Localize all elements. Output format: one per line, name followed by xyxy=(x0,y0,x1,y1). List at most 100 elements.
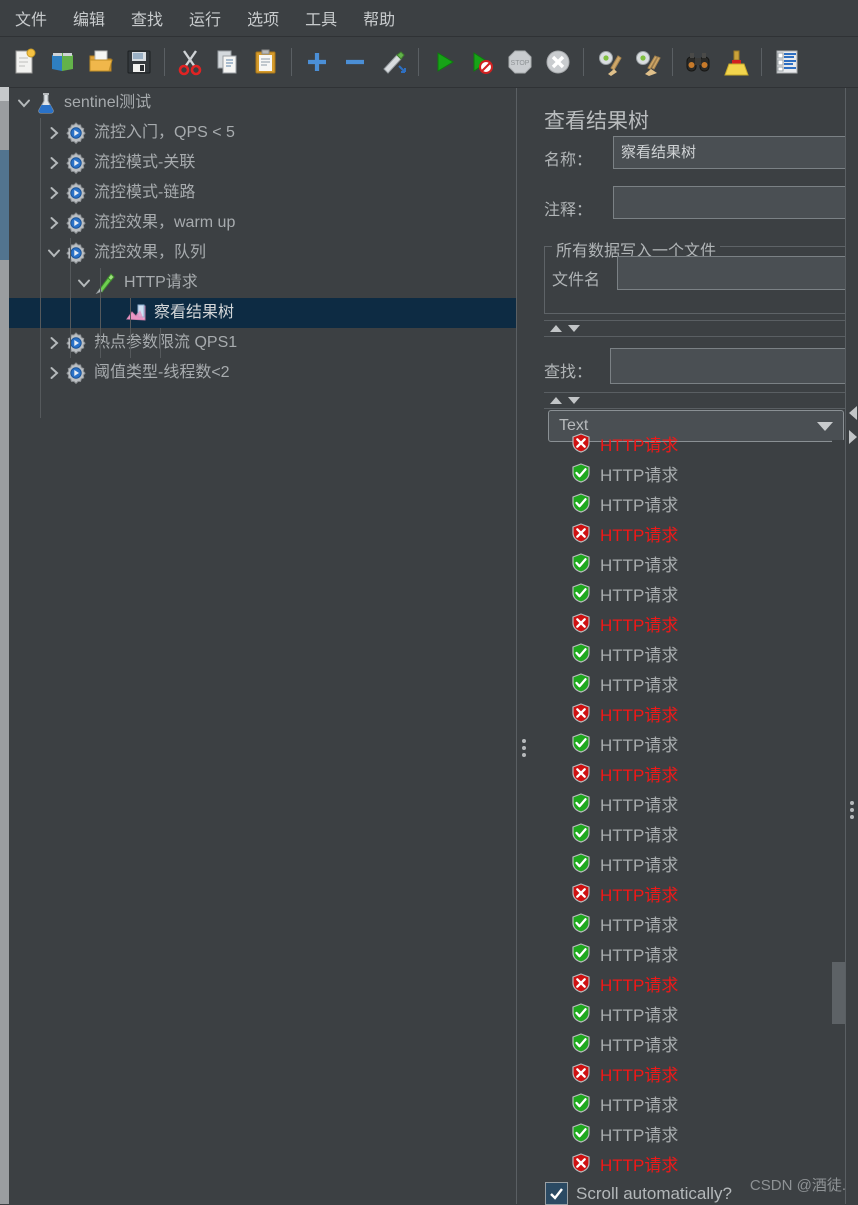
result-row-success[interactable]: HTTP请求 xyxy=(530,908,832,938)
templates-button[interactable] xyxy=(46,43,80,81)
result-row-success[interactable]: HTTP请求 xyxy=(530,728,832,758)
scroll-automatically-checkbox[interactable] xyxy=(545,1182,568,1205)
result-row-success[interactable]: HTTP请求 xyxy=(530,578,832,608)
chevron-down-icon[interactable] xyxy=(13,88,35,118)
open-folder-button[interactable] xyxy=(84,43,118,81)
result-row-success[interactable]: HTTP请求 xyxy=(530,998,832,1028)
chevron-right-icon[interactable] xyxy=(43,328,65,358)
menu-help[interactable]: 帮助 xyxy=(352,3,406,33)
result-row-success[interactable]: HTTP请求 xyxy=(530,1088,832,1118)
tree-vertical-scrollbar[interactable] xyxy=(0,87,9,1204)
menu-options[interactable]: 选项 xyxy=(236,3,290,33)
results-list[interactable]: HTTP请求 HTTP请求 HTTP请求 HTTP请求 HTTP请求 HTTP请求 HTTP… xyxy=(530,428,832,1194)
splitter-up-arrow-icon[interactable] xyxy=(550,397,562,404)
right-splitter-grip[interactable] xyxy=(850,798,854,822)
stop-button[interactable]: STOP xyxy=(503,43,537,81)
splitter-left-arrow-icon[interactable] xyxy=(849,406,857,420)
result-row-success[interactable]: HTTP请求 xyxy=(530,488,832,518)
result-row-success[interactable]: HTTP请求 xyxy=(530,1118,832,1148)
scroll-automatically-row[interactable]: Scroll automatically? xyxy=(545,1182,732,1205)
result-row-error[interactable]: HTTP请求 xyxy=(530,428,832,458)
menu-tools[interactable]: 工具 xyxy=(294,3,348,33)
splitter-down-arrow-icon[interactable] xyxy=(568,397,580,404)
splitter-grip[interactable] xyxy=(522,736,526,760)
name-input[interactable]: 察看结果树 xyxy=(613,136,858,169)
result-row-success[interactable]: HTTP请求 xyxy=(530,818,832,848)
result-row-success[interactable]: HTTP请求 xyxy=(530,668,832,698)
result-row-error[interactable]: HTTP请求 xyxy=(530,698,832,728)
chevron-right-icon[interactable] xyxy=(43,148,65,178)
function-helper-log-button[interactable] xyxy=(770,43,804,81)
menu-edit[interactable]: 编辑 xyxy=(62,3,116,33)
panel-splitter-bottom[interactable] xyxy=(544,392,858,409)
chevron-down-icon[interactable] xyxy=(43,238,65,268)
menu-search[interactable]: 查找 xyxy=(120,3,174,33)
result-row-success[interactable]: HTTP请求 xyxy=(530,548,832,578)
cut-scissors-button[interactable] xyxy=(173,43,207,81)
chevron-down-icon[interactable] xyxy=(73,268,95,298)
chevron-right-icon[interactable] xyxy=(43,358,65,388)
search-binoculars-button[interactable] xyxy=(681,43,715,81)
result-row-error[interactable]: HTTP请求 xyxy=(530,518,832,548)
menu-file[interactable]: 文件 xyxy=(4,3,58,33)
result-row-error[interactable]: HTTP请求 xyxy=(530,1058,832,1088)
tree-node[interactable]: sentinel测试 xyxy=(9,88,516,118)
result-row-label: HTTP请求 xyxy=(600,645,679,665)
new-file-button[interactable] xyxy=(8,43,42,81)
result-row-error[interactable]: HTTP请求 xyxy=(530,878,832,908)
result-row-success[interactable]: HTTP请求 xyxy=(530,638,832,668)
tree-guide-line xyxy=(130,298,131,358)
chevron-right-icon[interactable] xyxy=(43,118,65,148)
collapse-all-minus-button[interactable] xyxy=(338,43,372,81)
comment-input[interactable] xyxy=(613,186,858,219)
tree-node[interactable]: 流控模式-链路 xyxy=(9,178,516,208)
toolbar-separator xyxy=(761,48,762,76)
result-row-error[interactable]: HTTP请求 xyxy=(530,758,832,788)
result-row-success[interactable]: HTTP请求 xyxy=(530,848,832,878)
save-button[interactable] xyxy=(122,43,156,81)
result-row-success[interactable]: HTTP请求 xyxy=(530,1028,832,1058)
tree-node[interactable]: 流控模式-关联 xyxy=(9,148,516,178)
start-play-button[interactable] xyxy=(427,43,461,81)
shutdown-button[interactable] xyxy=(541,43,575,81)
results-scrollbar-thumb[interactable] xyxy=(832,962,845,1024)
panel-splitter-top[interactable] xyxy=(544,320,858,337)
copy-button[interactable] xyxy=(211,43,245,81)
tree-node[interactable]: 流控效果，队列 xyxy=(9,238,516,268)
menu-run[interactable]: 运行 xyxy=(178,3,232,33)
tree-node-label: HTTP请求 xyxy=(124,274,198,291)
tree-node-selected[interactable]: 察看结果树 xyxy=(9,298,516,328)
result-row-success[interactable]: HTTP请求 xyxy=(530,458,832,488)
chevron-right-icon[interactable] xyxy=(43,178,65,208)
paste-button[interactable] xyxy=(249,43,283,81)
tree-node[interactable]: 流控入门，QPS < 5 xyxy=(9,118,516,148)
filename-input[interactable] xyxy=(617,256,858,290)
splitter-down-arrow-icon[interactable] xyxy=(568,325,580,332)
result-ok-shield-icon xyxy=(530,793,600,813)
splitter-right-arrow-icon[interactable] xyxy=(849,430,857,444)
result-ok-shield-icon xyxy=(530,1003,600,1023)
search-input[interactable] xyxy=(610,348,858,384)
result-row-success[interactable]: HTTP请求 xyxy=(530,788,832,818)
scrollbar-thumb[interactable] xyxy=(0,150,9,260)
tree-node[interactable]: 流控效果，warm up xyxy=(9,208,516,238)
clear-all-button[interactable] xyxy=(630,43,664,81)
expand-all-plus-button[interactable] xyxy=(300,43,334,81)
search-reset-broom-button[interactable] xyxy=(719,43,753,81)
tree-node[interactable]: 热点参数限流 QPS1 xyxy=(9,328,516,358)
expand-all-plus-icon xyxy=(303,48,331,76)
start-no-pauses-button[interactable] xyxy=(465,43,499,81)
splitter-up-arrow-icon[interactable] xyxy=(550,325,562,332)
chevron-right-icon[interactable] xyxy=(43,208,65,238)
result-row-success[interactable]: HTTP请求 xyxy=(530,938,832,968)
results-vertical-scrollbar[interactable] xyxy=(832,440,845,1184)
tree-node[interactable]: HTTP请求 xyxy=(9,268,516,298)
result-row-error[interactable]: HTTP请求 xyxy=(530,968,832,998)
tree-node[interactable]: 阈值类型-线程数<2 xyxy=(9,358,516,388)
result-row-error[interactable]: HTTP请求 xyxy=(530,608,832,638)
test-plan-tree[interactable]: sentinel测试 流控入门，QPS < 5 流控模式-关联 流控模式-链路 流控效果… xyxy=(9,88,516,1204)
tree-guide-line xyxy=(160,328,161,358)
clear-button[interactable] xyxy=(592,43,626,81)
toggle-pen-button[interactable] xyxy=(376,43,410,81)
right-splitter[interactable] xyxy=(845,88,858,1204)
